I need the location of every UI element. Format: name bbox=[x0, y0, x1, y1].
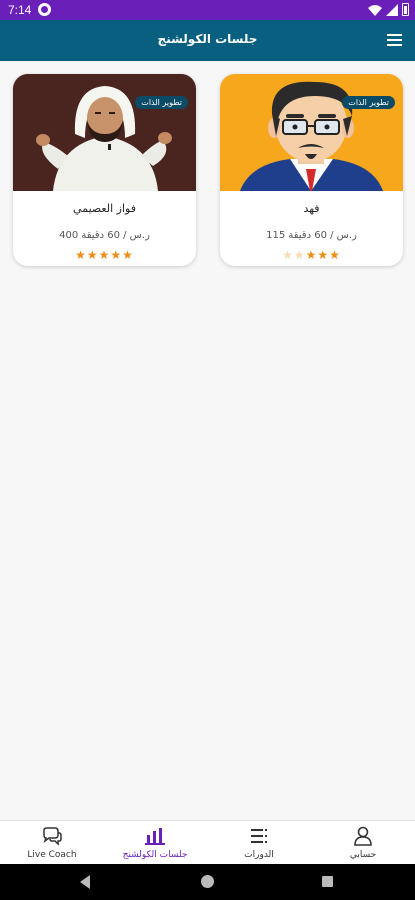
battery-icon bbox=[402, 3, 409, 16]
home-icon[interactable] bbox=[201, 875, 214, 888]
hamburger-menu-icon[interactable] bbox=[387, 34, 402, 47]
chat-bubbles-icon bbox=[43, 827, 62, 846]
star-filled-icon: ★ bbox=[98, 248, 111, 262]
star-filled-icon: ★ bbox=[75, 248, 87, 262]
nav-coaching-sessions[interactable]: جلسات الكولشنج bbox=[103, 826, 207, 864]
bottom-navigation: حسابي الدورات جلسات الكولشنج Live Coach bbox=[0, 820, 415, 864]
rating-stars: ★★★★★ bbox=[220, 248, 403, 262]
page-title: جلسات الكولشنج bbox=[157, 32, 258, 46]
recent-apps-icon[interactable] bbox=[322, 876, 333, 887]
nav-label: Live Coach bbox=[27, 850, 77, 860]
person-icon bbox=[354, 826, 372, 846]
star-filled-icon: ★ bbox=[86, 248, 99, 262]
nav-label: الدورات bbox=[244, 850, 274, 860]
system-navigation-bar bbox=[0, 864, 415, 900]
nav-label: حسابي bbox=[349, 850, 377, 860]
category-tag: تطوير الذات bbox=[135, 96, 188, 109]
star-filled-icon: ★ bbox=[110, 248, 123, 262]
coach-card[interactable]: تطوير الذات فهد 115 ر.س / 60 دقيقة ★★★★★ bbox=[220, 74, 403, 266]
back-icon[interactable] bbox=[80, 875, 90, 889]
chart-people-icon bbox=[145, 828, 165, 845]
coach-photo: تطوير الذات bbox=[13, 74, 196, 191]
price-duration: 400 ر.س / 60 دقيقة bbox=[59, 230, 150, 241]
app-bar: جلسات الكولشنج bbox=[0, 20, 415, 61]
coach-avatar: تطوير الذات bbox=[220, 74, 403, 191]
star-empty-icon: ★ bbox=[282, 248, 294, 262]
coach-name: فهد bbox=[303, 202, 320, 215]
list-icon bbox=[251, 829, 267, 843]
price-duration: 115 ر.س / 60 دقيقة bbox=[266, 230, 357, 241]
signal-icon bbox=[386, 3, 398, 16]
category-tag: تطوير الذات bbox=[342, 96, 395, 109]
wifi-icon bbox=[368, 4, 382, 16]
star-empty-icon: ★ bbox=[293, 248, 306, 262]
star-filled-icon: ★ bbox=[329, 248, 341, 262]
coach-name: فواز العصيمي bbox=[73, 202, 136, 215]
star-filled-icon: ★ bbox=[305, 248, 318, 262]
star-filled-icon: ★ bbox=[122, 248, 134, 262]
status-time: 7:14 bbox=[8, 3, 32, 17]
data-saver-icon bbox=[38, 3, 51, 16]
coach-card[interactable]: تطوير الذات فواز العصيمي 400 ر.س / 60 دق… bbox=[13, 74, 196, 266]
status-icons bbox=[368, 3, 409, 16]
nav-my-account[interactable]: حسابي bbox=[311, 826, 415, 864]
status-bar: 7:14 bbox=[0, 0, 415, 20]
nav-live-coach[interactable]: Live Coach bbox=[0, 826, 104, 864]
star-filled-icon: ★ bbox=[317, 248, 330, 262]
rating-stars: ★★★★★ bbox=[13, 248, 196, 262]
nav-courses[interactable]: الدورات bbox=[207, 826, 311, 864]
nav-label: جلسات الكولشنج bbox=[122, 850, 188, 860]
